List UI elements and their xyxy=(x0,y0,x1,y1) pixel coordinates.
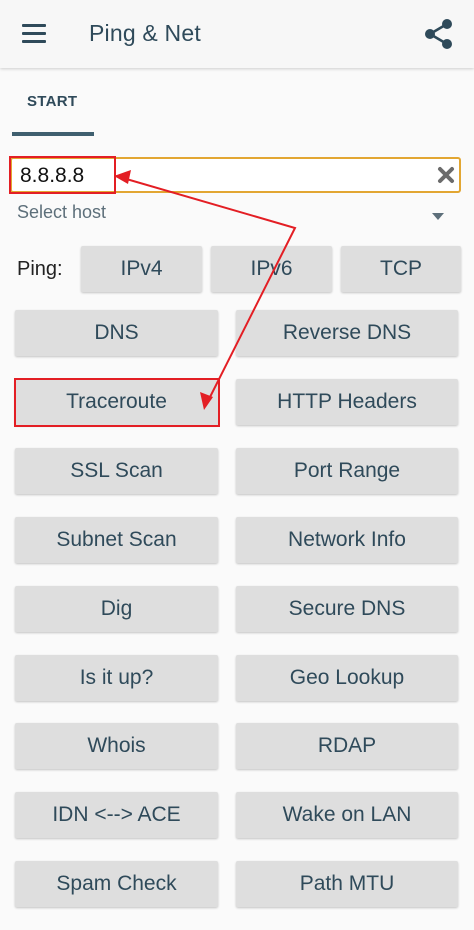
ping-tcp-button[interactable]: TCP xyxy=(341,246,461,292)
dropdown-icon[interactable] xyxy=(431,208,445,220)
ssl-scan-button[interactable]: SSL Scan xyxy=(15,448,218,494)
app-bar: Ping & Net xyxy=(0,0,474,68)
rdap-button[interactable]: RDAP xyxy=(236,723,458,769)
tab-indicator xyxy=(12,132,94,136)
dig-button[interactable]: Dig xyxy=(15,586,218,632)
geo-lookup-button[interactable]: Geo Lookup xyxy=(236,655,458,701)
whois-button[interactable]: Whois xyxy=(15,723,218,769)
subnet-scan-button[interactable]: Subnet Scan xyxy=(15,517,218,563)
network-info-button[interactable]: Network Info xyxy=(236,517,458,563)
traceroute-button[interactable]: Traceroute xyxy=(15,379,218,425)
spam-check-button[interactable]: Spam Check xyxy=(15,861,218,907)
select-host-hint[interactable]: Select host xyxy=(17,202,106,223)
app-title: Ping & Net xyxy=(89,20,201,46)
clear-icon[interactable] xyxy=(436,165,456,185)
secure-dns-button[interactable]: Secure DNS xyxy=(236,586,458,632)
ping-ipv6-button[interactable]: IPv6 xyxy=(211,246,332,292)
host-input-container xyxy=(10,157,461,193)
tab-start[interactable]: START xyxy=(27,93,77,110)
share-icon[interactable] xyxy=(420,16,456,52)
is-it-up-button[interactable]: Is it up? xyxy=(15,655,218,701)
ping-label: Ping: xyxy=(17,258,63,280)
host-input[interactable] xyxy=(20,164,400,188)
ping-ipv4-button[interactable]: IPv4 xyxy=(81,246,202,292)
http-headers-button[interactable]: HTTP Headers xyxy=(236,379,458,425)
dns-button[interactable]: DNS xyxy=(15,310,218,356)
tab-bar: START xyxy=(0,68,474,140)
reverse-dns-button[interactable]: Reverse DNS xyxy=(236,310,458,356)
port-range-button[interactable]: Port Range xyxy=(236,448,458,494)
idn-ace-button[interactable]: IDN <--> ACE xyxy=(15,792,218,838)
wake-on-lan-button[interactable]: Wake on LAN xyxy=(236,792,458,838)
menu-icon[interactable] xyxy=(22,24,48,44)
path-mtu-button[interactable]: Path MTU xyxy=(236,861,458,907)
